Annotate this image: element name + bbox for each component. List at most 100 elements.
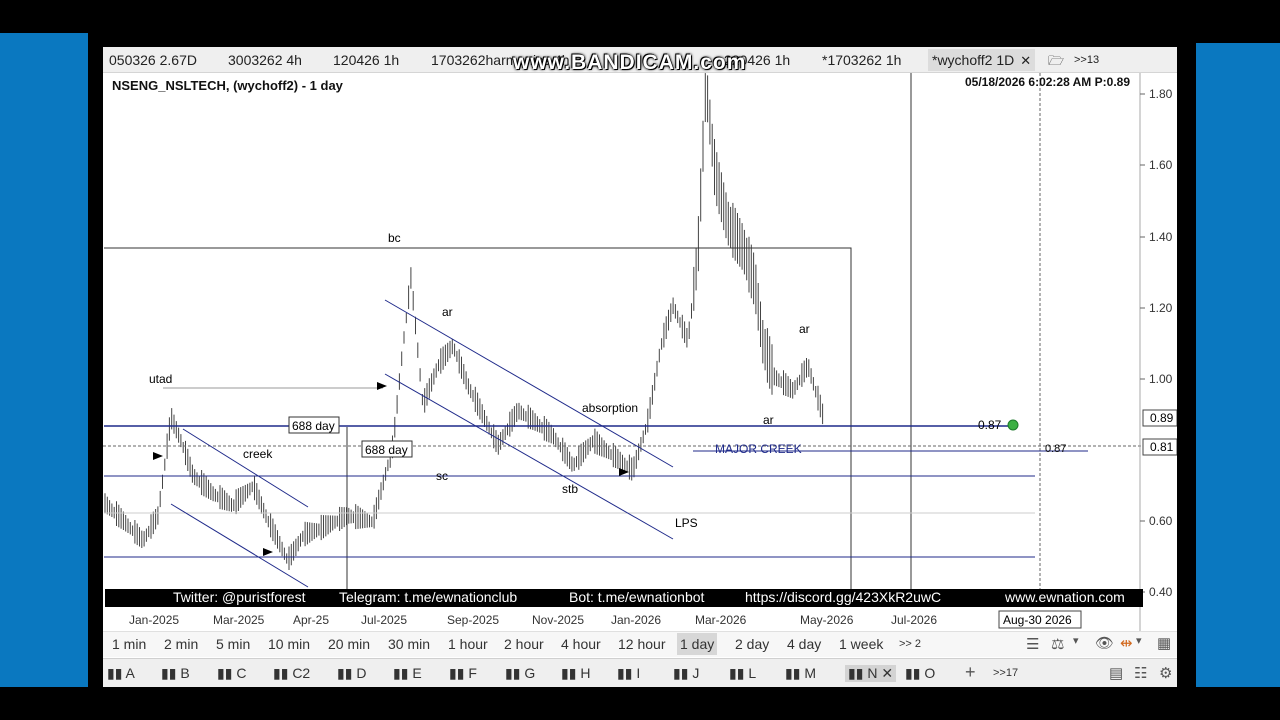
sheet-label: C2 (292, 665, 311, 681)
sheet-tab-c2[interactable]: ▮▮ C2 (273, 665, 310, 682)
price-axis-label: 1.40 (1149, 230, 1173, 244)
chevron-down-icon[interactable]: ▾ (1136, 634, 1142, 647)
eye-icon[interactable]: 👁 (1095, 634, 1114, 652)
channel-lower-left (170, 503, 309, 588)
label-ar-mid: ar (763, 413, 774, 427)
sheet-label: D (356, 665, 367, 681)
label-major-creek: MAJOR CREEK (715, 442, 802, 456)
tf-overflow-button[interactable]: >> 2 (896, 633, 924, 655)
label-lps: LPS (675, 516, 698, 530)
chevron-down-icon[interactable]: ▾ (1073, 634, 1079, 647)
tf-5-min[interactable]: 5 min (213, 633, 253, 655)
channel-upper-mid (384, 299, 674, 468)
date-axis-label: Mar-2025 (213, 613, 265, 627)
website-link: www.ewnation.com (1005, 589, 1125, 605)
sheet-tab-h[interactable]: ▮▮ H (561, 665, 590, 682)
label-creek: creek (243, 447, 273, 461)
sheet-tab-j[interactable]: ▮▮ J (673, 665, 699, 682)
twitter-link: Twitter: @puristforest (173, 589, 306, 605)
sheet-tab-n[interactable]: ▮▮ N ✕ (845, 665, 897, 682)
tf-4-hour[interactable]: 4 hour (558, 633, 604, 655)
sheet-tab-c[interactable]: ▮▮ C (217, 665, 246, 682)
tf-10-min[interactable]: 10 min (265, 633, 313, 655)
price-tag-current-label: 0.89 (1150, 411, 1174, 425)
date-axis-label: Jan-2026 (611, 613, 661, 627)
settings-gear-icon[interactable]: ⚙ (1159, 664, 1172, 682)
date-axis-label: Nov-2025 (532, 613, 584, 627)
timeframe-toolbar: 1 min 2 min 5 min 10 min 20 min 30 min 1… (103, 631, 1177, 657)
range-box-line (104, 247, 852, 589)
add-sheet-icon[interactable]: + (965, 662, 976, 683)
tf-4-day[interactable]: 4 day (784, 633, 824, 655)
date-axis-label: Mar-2026 (695, 613, 747, 627)
label-ar: ar (442, 305, 453, 319)
list-menu-icon[interactable]: ☰ (1026, 635, 1039, 653)
sheet-tab-g[interactable]: ▮▮ G (505, 665, 535, 682)
sheet-label: A (125, 665, 135, 681)
price-chart[interactable]: utad creek bc ar sc absorption stb LPS a… (103, 47, 1177, 631)
label-utad: utad (149, 372, 172, 386)
sheet-tab-d[interactable]: ▮▮ D (337, 665, 366, 682)
tf-1-day[interactable]: 1 day (677, 633, 718, 655)
sheet-label: B (180, 665, 190, 681)
sheet-label: G (524, 665, 536, 681)
sheet-overflow-button[interactable]: >>17 (993, 667, 1018, 679)
date-axis: Jan-2025 Mar-2025 Apr-25 Jul-2025 Sep-2025 No… (129, 613, 937, 627)
label-ar-right: ar (799, 322, 810, 336)
sheet-tab-b[interactable]: ▮▮ B (161, 665, 190, 682)
price-axis: 1.80 1.60 1.40 1.20 1.00 0.60 0.40 (1140, 87, 1173, 599)
discord-link: https://discord.gg/423XkR2uwC (745, 589, 942, 605)
arrow-marker-icon (263, 548, 273, 556)
date-axis-label: Apr-25 (293, 613, 329, 627)
close-sheet-icon[interactable]: ✕ (881, 665, 893, 681)
sheet-label: N (867, 665, 878, 681)
label-bc: bc (388, 231, 401, 245)
sheet-tab-f[interactable]: ▮▮ F (449, 665, 477, 682)
chart-title: NSENG_NSLTECH, (wychoff2) - 1 day (112, 78, 343, 93)
date-axis-label: Jul-2026 (891, 613, 937, 627)
tf-1-week[interactable]: 1 week (836, 633, 886, 655)
panel-icon[interactable]: ▤ (1109, 664, 1123, 682)
price-tag-crosshair-label: 0.81 (1150, 440, 1174, 454)
label-absorption: absorption (582, 401, 638, 415)
sheet-label: J (692, 665, 700, 681)
sheet-tab-l[interactable]: ▮▮ L (729, 665, 756, 682)
tf-2-day[interactable]: 2 day (732, 633, 772, 655)
label-688-day: 688 day (292, 419, 335, 433)
tf-20-min[interactable]: 20 min (325, 633, 373, 655)
cursor-date-label: Aug-30 2026 (1003, 613, 1072, 627)
sheet-label: E (412, 665, 422, 681)
price-axis-label: 1.00 (1149, 372, 1173, 386)
green-dot-icon (1007, 419, 1019, 431)
date-axis-label: May-2026 (800, 613, 854, 627)
resize-icon[interactable]: ⇹ (1120, 634, 1133, 652)
date-axis-label: Jan-2025 (129, 613, 179, 627)
sheet-tab-a[interactable]: ▮▮ A (107, 665, 135, 682)
date-axis-label: Jul-2025 (361, 613, 407, 627)
sheet-tab-bar: ▮▮ A ▮▮ B ▮▮ C ▮▮ C2 ▮▮ D ▮▮ E ▮▮ F ▮▮ G… (103, 658, 1177, 687)
sheet-tab-m[interactable]: ▮▮ M (785, 665, 816, 682)
sheet-label: M (804, 665, 816, 681)
tf-1-hour[interactable]: 1 hour (445, 633, 491, 655)
sheet-label: L (748, 665, 757, 681)
sheet-tab-e[interactable]: ▮▮ E (393, 665, 422, 682)
tf-12-hour[interactable]: 12 hour (615, 633, 668, 655)
calendar-icon[interactable]: ▦ (1157, 634, 1171, 652)
left-blue-border (0, 33, 88, 687)
arrow-marker-icon (377, 382, 387, 390)
indicator-icon[interactable]: ⚖ (1051, 635, 1064, 653)
sheet-label: I (636, 665, 641, 681)
tf-30-min[interactable]: 30 min (385, 633, 433, 655)
sheet-tab-i[interactable]: ▮▮ I (617, 665, 640, 682)
tf-1-min[interactable]: 1 min (109, 633, 149, 655)
label-crosshair-087: 0.87 (1045, 443, 1066, 455)
sheet-label: H (580, 665, 591, 681)
tf-2-hour[interactable]: 2 hour (501, 633, 547, 655)
sheet-tab-o[interactable]: ▮▮ O (905, 665, 935, 682)
tf-2-min[interactable]: 2 min (161, 633, 201, 655)
right-blue-border (1196, 43, 1280, 687)
label-688-day-b: 688 day (365, 443, 408, 457)
social-banner: Twitter: @puristforest Telegram: t.me/ew… (105, 589, 1143, 607)
price-axis-label: 1.20 (1149, 301, 1173, 315)
list-icon[interactable]: ☷ (1134, 664, 1147, 682)
